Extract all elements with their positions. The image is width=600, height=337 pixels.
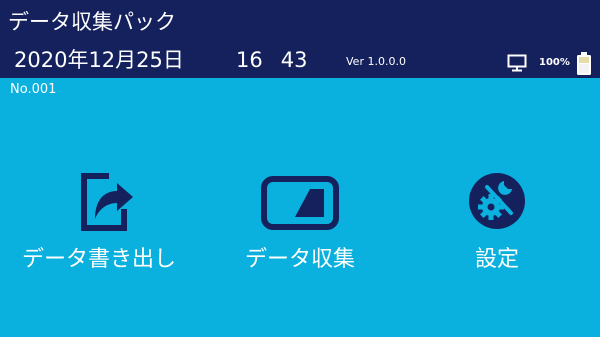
data-collect-label: データ収集 [244, 247, 355, 272]
settings-icon [469, 173, 525, 229]
battery-percent: 100% [539, 57, 570, 68]
version-label: Ver 1.0.0.0 [346, 55, 406, 68]
time-hour: 16 [236, 48, 263, 72]
header-bar: データ収集パック 2020年12月25日 16 43 Ver 1.0.0.0 10… [0, 0, 600, 78]
scanner-icon [261, 176, 339, 230]
time-minute: 43 [280, 48, 308, 72]
app-title: データ収集パック [8, 10, 176, 34]
time-display: 16 43 [236, 46, 307, 74]
data-collect-button[interactable]: データ収集 [215, 160, 385, 290]
data-export-button[interactable]: データ書き出し [14, 160, 184, 290]
battery-icon [577, 52, 591, 75]
date-display: 2020年12月25日 [14, 48, 184, 72]
export-icon [81, 173, 133, 231]
settings-button[interactable]: 設定 [412, 160, 582, 290]
settings-label: 設定 [474, 247, 519, 272]
monitor-icon [507, 54, 527, 72]
data-export-label: データ書き出し [21, 247, 176, 272]
device-serial: No.001 [10, 82, 57, 97]
